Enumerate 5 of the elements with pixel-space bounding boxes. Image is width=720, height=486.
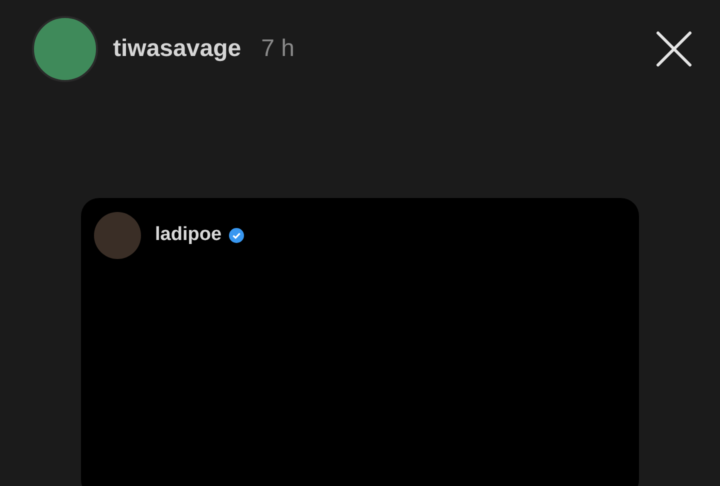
close-icon bbox=[656, 31, 692, 67]
username[interactable]: ladipoe bbox=[155, 221, 222, 250]
username[interactable]: tiwasavage bbox=[113, 31, 242, 67]
close-button[interactable] bbox=[654, 29, 694, 69]
post-time: 7 h bbox=[261, 34, 294, 64]
